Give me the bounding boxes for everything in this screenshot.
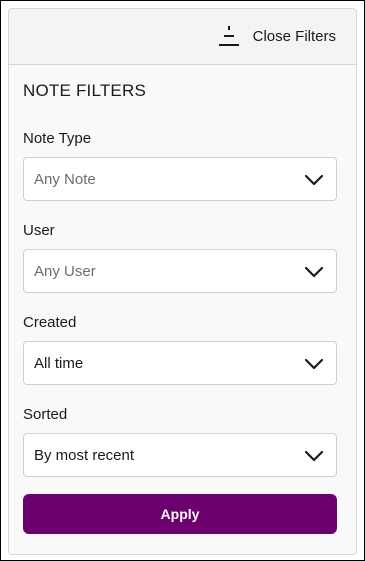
window-frame: Close Filters NOTE FILTERS Note Type Any… (0, 0, 365, 561)
user-value: Any User (34, 262, 96, 280)
note-type-label: Note Type (23, 130, 92, 147)
section-title: NOTE FILTERS (23, 81, 146, 100)
created-field: Created All time (23, 313, 337, 385)
close-filters-button[interactable]: Close Filters (217, 23, 336, 49)
created-value: All time (34, 354, 84, 372)
chevron-down-icon (304, 173, 324, 186)
created-label: Created (23, 314, 77, 331)
apply-button[interactable]: Apply (23, 494, 337, 534)
panel-header: Close Filters (9, 9, 356, 65)
chevron-down-icon (304, 265, 324, 278)
user-field: User Any User (23, 221, 337, 293)
close-filters-label: Close Filters (252, 27, 336, 45)
created-select[interactable]: All time (23, 341, 337, 385)
sorted-select[interactable]: By most recent (23, 433, 337, 477)
filter-collapse-icon (217, 24, 241, 48)
note-filters-panel: Close Filters NOTE FILTERS Note Type Any… (8, 8, 357, 555)
user-label: User (23, 222, 55, 239)
sorted-label: Sorted (23, 406, 68, 423)
chevron-down-icon (304, 449, 324, 462)
sorted-field: Sorted By most recent (23, 405, 337, 477)
note-type-value: Any Note (34, 170, 96, 188)
sorted-value: By most recent (34, 446, 135, 464)
user-select[interactable]: Any User (23, 249, 337, 293)
note-type-field: Note Type Any Note (23, 129, 337, 201)
note-type-select[interactable]: Any Note (23, 157, 337, 201)
chevron-down-icon (304, 357, 324, 370)
